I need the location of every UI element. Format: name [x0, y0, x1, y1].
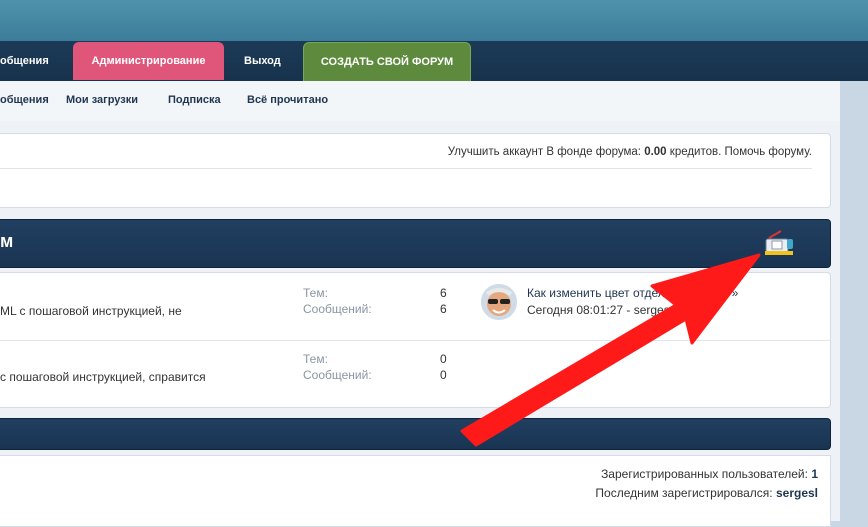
posts-count: 0: [440, 368, 447, 382]
registered-users-line: Зарегистрированных пользователей: 1: [601, 467, 818, 481]
subnav-messages[interactable]: общения: [0, 94, 49, 106]
last-post-link[interactable]: Как изменить цвет отдельных (CSS) »: [527, 286, 738, 300]
rss-feed-icon[interactable]: [763, 229, 795, 257]
registered-label: Зарегистрированных пользователей:: [601, 467, 808, 481]
upgrade-account-link[interactable]: Улучшить аккаунт: [448, 146, 543, 158]
subnav-my-uploads[interactable]: Мои загрузки: [66, 94, 138, 106]
registered-value: 1: [811, 467, 818, 481]
topics-count: 6: [440, 286, 447, 300]
main-navbar: общения Администрирование Выход СОЗДАТЬ …: [0, 41, 868, 82]
posts-count: 6: [440, 302, 447, 316]
subnav-subscription[interactable]: Подписка: [168, 94, 221, 106]
last-post-meta: Сегодня 08:01:27 - serges: [527, 303, 670, 317]
fund-line: Улучшить аккаунт В фонде форума: 0.00 кр…: [448, 146, 812, 158]
last-registered-label: Последним зарегистрировался:: [595, 486, 773, 500]
fund-value: 0.00: [644, 146, 667, 158]
category-header: м: [0, 219, 831, 268]
posts-label: Сообщений:: [303, 368, 372, 382]
help-forum-link[interactable]: Помочь форуму.: [725, 146, 812, 158]
last-registered-line: Последним зарегистрировался: sergesl: [595, 486, 818, 500]
nav-admin-button[interactable]: Администрирование: [73, 42, 224, 80]
stats-box: Зарегистрированных пользователей: 1 Посл…: [0, 455, 831, 527]
nav-logout[interactable]: Выход: [244, 41, 281, 81]
topics-label: Тем:: [303, 286, 328, 300]
forum-list: ML с пошаговой инструкцией, не Тем: 6 Со…: [0, 272, 831, 408]
forum-info-box: Улучшить аккаунт В фонде форума: 0.00 кр…: [0, 133, 831, 208]
subnav-all-read[interactable]: Всё прочитано: [247, 94, 328, 106]
stats-header: [0, 418, 831, 450]
create-forum-button[interactable]: СОЗДАТЬ СВОЙ ФОРУМ: [303, 42, 471, 82]
divider: [0, 168, 812, 169]
nav-messages[interactable]: общения: [0, 41, 49, 81]
forum-description: ML с пошаговой инструкцией, не: [0, 304, 182, 318]
sub-navbar: общения Мои загрузки Подписка Всё прочит…: [0, 81, 840, 122]
topics-count: 0: [440, 352, 447, 366]
header-banner: [0, 0, 868, 42]
category-title[interactable]: м: [0, 231, 13, 252]
fund-label: В фонде форума:: [546, 146, 641, 158]
avatar-face-icon: [481, 284, 517, 320]
forum-row[interactable]: ML с пошаговой инструкцией, не Тем: 6 Со…: [0, 273, 830, 339]
forum-description: с пошаговой инструкцией, справится: [0, 370, 206, 384]
posts-label: Сообщений:: [303, 302, 372, 316]
forum-row[interactable]: с пошаговой инструкцией, справится Тем: …: [0, 340, 830, 407]
credits-label: кредитов.: [669, 146, 722, 158]
user-avatar[interactable]: [481, 284, 517, 320]
topics-label: Тем:: [303, 352, 328, 366]
last-registered-user-link[interactable]: sergesl: [776, 486, 818, 500]
